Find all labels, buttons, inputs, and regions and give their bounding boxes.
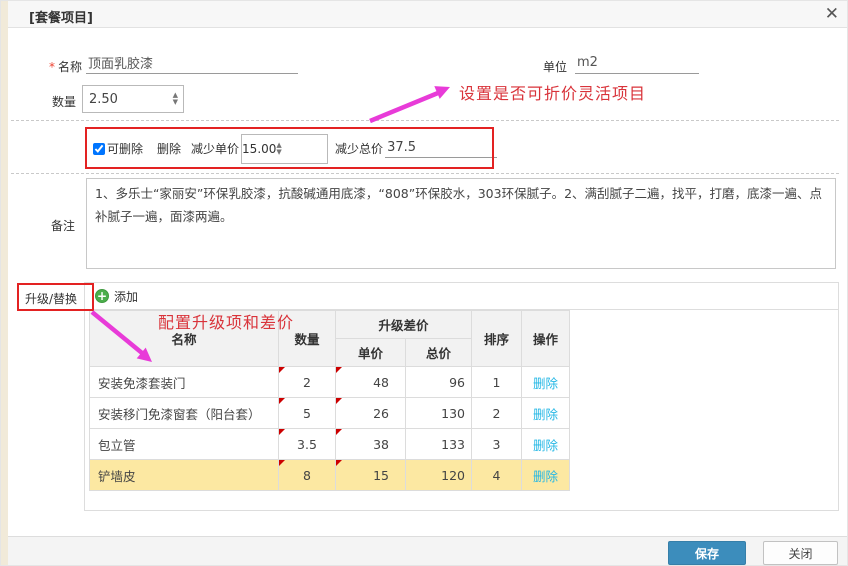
col-header-total-price: 总价 (406, 339, 472, 367)
remark-label: 备注 (51, 217, 75, 234)
unit-input[interactable] (575, 53, 699, 74)
editable-marker-icon (336, 398, 342, 404)
cell-name: 铲墙皮 (90, 460, 279, 491)
separator-dashed-2 (11, 173, 839, 174)
editable-marker-icon (336, 429, 342, 435)
col-header-diff-group: 升级差价 (336, 311, 472, 339)
table-row: 安装免漆套装门 2 48 96 1 删除 (90, 367, 570, 398)
delete-label: 删除 (157, 140, 181, 157)
remark-textarea[interactable]: 1、多乐士“家丽安”环保乳胶漆，抗酸碱通用底漆，“808”环保胶水，303环保腻… (86, 178, 836, 269)
close-button[interactable]: 关闭 (763, 541, 838, 565)
spin-down-icon[interactable]: ▼ (276, 149, 281, 156)
page-background-strip (1, 1, 8, 566)
save-button[interactable]: 保存 (668, 541, 746, 565)
delete-row-link[interactable]: 删除 (533, 438, 558, 453)
qty-stepper[interactable]: 2.50 ▲ ▼ (82, 85, 184, 113)
cell-unit-price[interactable]: 48 (336, 367, 406, 398)
cell-unit-price[interactable]: 26 (336, 398, 406, 429)
qty-label: 数量 (52, 93, 76, 110)
editable-marker-icon (279, 429, 285, 435)
cell-name: 安装移门免漆窗套（阳台套） (90, 398, 279, 429)
cell-qty[interactable]: 3.5 (279, 429, 336, 460)
package-item-dialog: [套餐项目] ✕ *名称 单位 数量 2.50 ▲ ▼ 设置是否可折价灵活项目 … (0, 0, 848, 566)
cell-total-price: 96 (406, 367, 472, 398)
cell-sort: 1 (472, 367, 522, 398)
table-row: 包立管 3.5 38 133 3 删除 (90, 429, 570, 460)
add-button[interactable]: + 添加 (85, 283, 838, 310)
cell-qty[interactable]: 5 (279, 398, 336, 429)
table-row-selected: 铲墙皮 8 15 120 4 删除 (90, 460, 570, 491)
cell-sort: 4 (472, 460, 522, 491)
qty-value: 2.50 (83, 92, 173, 107)
editable-marker-icon (336, 367, 342, 373)
reduce-total-price-label: 减少总价 (335, 140, 383, 157)
separator-dashed-1 (11, 120, 839, 121)
cell-unit-price[interactable]: 38 (336, 429, 406, 460)
add-button-label: 添加 (114, 288, 138, 305)
annotation-upgrade-note: 配置升级项和差价 (158, 309, 294, 333)
cell-sort: 3 (472, 429, 522, 460)
cell-total-price: 120 (406, 460, 472, 491)
cell-qty[interactable]: 8 (279, 460, 336, 491)
unit-label: 单位 (543, 58, 567, 75)
cell-sort: 2 (472, 398, 522, 429)
reduce-unit-price-stepper[interactable]: 15.00 ▲ ▼ (241, 134, 328, 164)
cell-total-price: 133 (406, 429, 472, 460)
editable-marker-icon (279, 460, 285, 466)
qty-spin-arrows[interactable]: ▲ ▼ (173, 92, 183, 106)
deletable-checkbox-label: 可删除 (107, 140, 143, 157)
editable-marker-icon (279, 398, 285, 404)
cell-action: 删除 (522, 398, 570, 429)
col-header-sort: 排序 (472, 311, 522, 367)
dialog-title: [套餐项目] (29, 7, 93, 26)
cell-name: 包立管 (90, 429, 279, 460)
name-label: *名称 (49, 58, 82, 75)
upgrade-table: 名称 数量 升级差价 排序 操作 单价 总价 安装免漆套装门 2 48 96 1… (89, 310, 570, 491)
annotation-discount-note: 设置是否可折价灵活项目 (459, 80, 646, 104)
table-row: 安装移门免漆窗套（阳台套） 5 26 130 2 删除 (90, 398, 570, 429)
reduce-unit-spin-arrows[interactable]: ▲ ▼ (276, 142, 286, 156)
delete-row-link[interactable]: 删除 (533, 469, 558, 484)
deletable-row: 可删除 删除 减少单价 15.00 ▲ ▼ 减少总价 (93, 128, 497, 169)
required-asterisk: * (49, 60, 55, 74)
cell-action: 删除 (522, 367, 570, 398)
delete-row-link[interactable]: 删除 (533, 376, 558, 391)
spin-down-icon[interactable]: ▼ (173, 99, 178, 106)
name-label-text: 名称 (58, 60, 82, 74)
delete-row-link[interactable]: 删除 (533, 407, 558, 422)
editable-marker-icon (336, 460, 342, 466)
cell-action: 删除 (522, 460, 570, 491)
cell-unit-price[interactable]: 15 (336, 460, 406, 491)
deletable-checkbox[interactable] (93, 143, 105, 155)
name-input[interactable] (86, 53, 298, 74)
reduce-total-price-input[interactable] (385, 139, 497, 158)
cell-name: 安装免漆套装门 (90, 367, 279, 398)
add-plus-icon: + (95, 289, 109, 303)
reduce-unit-price-label: 减少单价 (191, 140, 239, 157)
col-header-action: 操作 (522, 311, 570, 367)
col-header-unit-price: 单价 (336, 339, 406, 367)
upgrade-section-label: 升级/替换 (25, 290, 77, 307)
editable-marker-icon (279, 367, 285, 373)
reduce-unit-price-value: 15.00 (242, 142, 276, 156)
cell-total-price: 130 (406, 398, 472, 429)
dialog-titlebar: [套餐项目] ✕ (8, 1, 848, 28)
cell-qty[interactable]: 2 (279, 367, 336, 398)
cell-action: 删除 (522, 429, 570, 460)
close-icon[interactable]: ✕ (825, 4, 839, 24)
